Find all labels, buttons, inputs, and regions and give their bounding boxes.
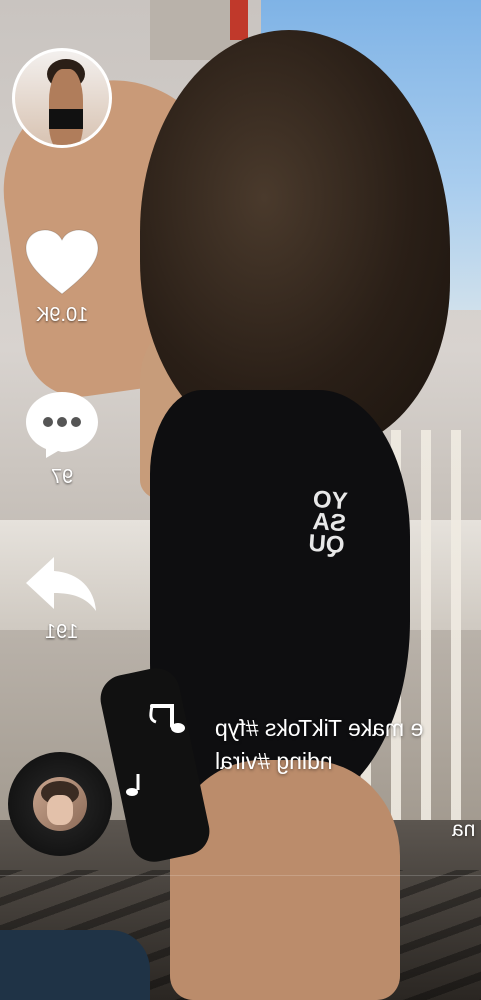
like-button[interactable]: 10.9K: [24, 228, 100, 327]
music-note-icon: [149, 704, 185, 733]
disc-avatar-face: [47, 795, 73, 825]
video-foreground-fabric: [0, 930, 150, 1000]
sound-disc-avatar: [33, 777, 87, 831]
caption-line-1: e make TikToks #fyp: [215, 715, 424, 741]
share-count: 191: [45, 621, 79, 643]
caption-line-2: nding #viral: [215, 748, 333, 774]
creator-avatar[interactable]: [12, 48, 112, 148]
video-caption[interactable]: e make TikToks #fyp nding #viral: [215, 712, 481, 778]
video-person-legs: [170, 760, 400, 1000]
video-red-trim: [230, 0, 248, 40]
avatar-swimsuit: [49, 109, 83, 129]
heart-icon: [25, 229, 99, 295]
like-count: 10.9K: [35, 304, 89, 326]
sound-disc[interactable]: [8, 752, 112, 856]
sound-name-text: na: [452, 818, 476, 841]
comment-button[interactable]: 97: [24, 388, 100, 489]
divider: [0, 875, 481, 876]
comment-count: 97: [50, 466, 74, 488]
sound-name[interactable]: na: [452, 818, 481, 842]
bodysuit-print: YO SA QU: [307, 485, 349, 560]
share-button[interactable]: 191: [24, 555, 100, 644]
music-note-small-icon: [126, 774, 140, 796]
comment-bubble-icon: [26, 392, 98, 458]
share-arrow-icon: [26, 557, 96, 611]
video-feed[interactable]: YO SA QU 10.9K 97 191 e make TikToks #fy…: [0, 0, 481, 1000]
